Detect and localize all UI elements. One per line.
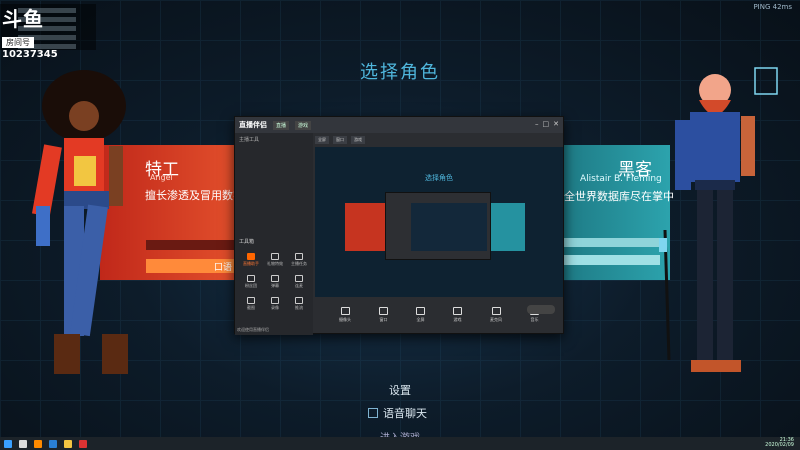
select-character-button[interactable]: 口语 [146,259,238,273]
voice-chat-label: 语音聊天 [383,407,427,420]
voice-chat-toggle[interactable]: 语音聊天 [368,405,427,421]
tool-item[interactable]: 粉丝团 [239,275,263,289]
maximize-icon[interactable]: □ [543,120,550,128]
tools-grid: 直播助手 礼物特效 主播任务 粉丝团 弹幕 连麦 截图 录像 推流 [239,253,311,311]
gamepad-icon [453,307,462,315]
tool-item[interactable]: 礼物特效 [263,253,287,267]
tool-item[interactable]: 直播助手 [239,253,263,267]
system-tray-clock[interactable]: 21:36 2020/02/09 [765,438,794,448]
hacker-character-illustration [659,67,778,372]
start-menu-icon[interactable] [4,439,12,448]
enter-game-button[interactable]: 进入游戏 [0,429,800,437]
tab-live[interactable]: 直播 [273,120,290,130]
preview-left-panel [345,203,390,251]
control-bar: 摄像头 窗口 全屏 游戏 麦克风 音乐 [315,297,563,333]
tool-icon [295,275,303,282]
start-stream-button[interactable] [527,305,555,314]
scene-source-bar: 全屏 窗口 游戏 [315,134,563,146]
app-icon[interactable] [34,439,42,448]
tab-game[interactable]: 游戏 [295,120,312,130]
app-brand: 直播伴侣 [239,121,267,129]
tool-item[interactable]: 截图 [239,297,263,311]
stat-bar [146,240,238,250]
stat-bar [560,255,660,265]
stat-bar [560,238,660,247]
nested-app-window [385,192,491,260]
source-game[interactable]: 游戏 [351,136,365,144]
character-card-hacker[interactable]: 黑客 Alistair B. Fleming 全世界数据库尽在掌中 [560,145,674,280]
source-fullscreen[interactable]: 全屏 [315,136,329,144]
tool-icon [247,275,255,282]
fullscreen-capture-button[interactable]: 全屏 [416,307,425,323]
search-icon[interactable] [19,439,27,448]
window-capture-button[interactable]: 窗口 [379,307,388,323]
source-window[interactable]: 窗口 [333,136,347,144]
windows-taskbar: 21:36 2020/02/09 [0,437,800,450]
tool-icon [247,297,255,304]
tool-icon [247,253,255,260]
agent-character-illustration [31,70,128,374]
microphone-button[interactable]: 麦克风 [490,307,502,323]
tool-item[interactable]: 主播任务 [287,253,311,267]
douyu-watermark: 斗鱼 房间号 10237345 [2,7,98,60]
minimize-icon[interactable]: – [535,120,539,128]
ping-readout: PING 42ms [753,3,792,11]
tool-icon [295,253,303,260]
tool-icon [271,253,279,260]
tool-icon [271,297,279,304]
microphone-icon [491,307,501,315]
checkbox-icon[interactable] [368,408,378,418]
camera-button[interactable]: 摄像头 [339,307,351,323]
app-sidebar: 主播工具 工具箱 直播助手 礼物特效 主播任务 粉丝团 弹幕 连麦 截图 录像 … [235,133,313,335]
app-icon[interactable] [49,439,57,448]
folder-icon[interactable] [64,439,72,448]
settings-label[interactable]: 设置 [0,382,800,398]
close-icon[interactable]: ✕ [553,120,559,128]
tool-item[interactable]: 推流 [287,297,311,311]
character-name-en: Alistair B. Fleming [580,174,662,184]
tool-icon [271,275,279,282]
room-label: 房间号 [2,37,34,48]
streaming-app-window[interactable]: 直播伴侣 直播 游戏 – □ ✕ 全屏 窗口 游戏 主播工具 工具箱 直播助手 … [234,116,564,335]
douyu-logo: 斗鱼 [2,7,44,31]
tools-header: 工具箱 [239,239,255,245]
stream-preview[interactable]: 选择角色 [315,147,563,297]
tool-item[interactable]: 录像 [263,297,287,311]
preview-title: 选择角色 [425,174,453,182]
window-icon [379,307,388,315]
notice-text: 欢迎使用直播伴侣 [237,327,269,332]
monitor-icon [416,307,425,315]
game-capture-button[interactable]: 游戏 [453,307,462,323]
app-titlebar: 直播伴侣 直播 游戏 – □ ✕ [235,117,563,133]
tool-item[interactable]: 连麦 [287,275,311,289]
tool-icon [295,297,303,304]
sidebar-header: 主播工具 [239,137,260,143]
camera-icon [340,307,350,315]
tool-item[interactable]: 弹幕 [263,275,287,289]
app-icon[interactable] [79,439,87,448]
game-screen: 斗鱼 房间号 10237345 PING 42ms 选择角色 特工 Angel … [0,0,800,437]
